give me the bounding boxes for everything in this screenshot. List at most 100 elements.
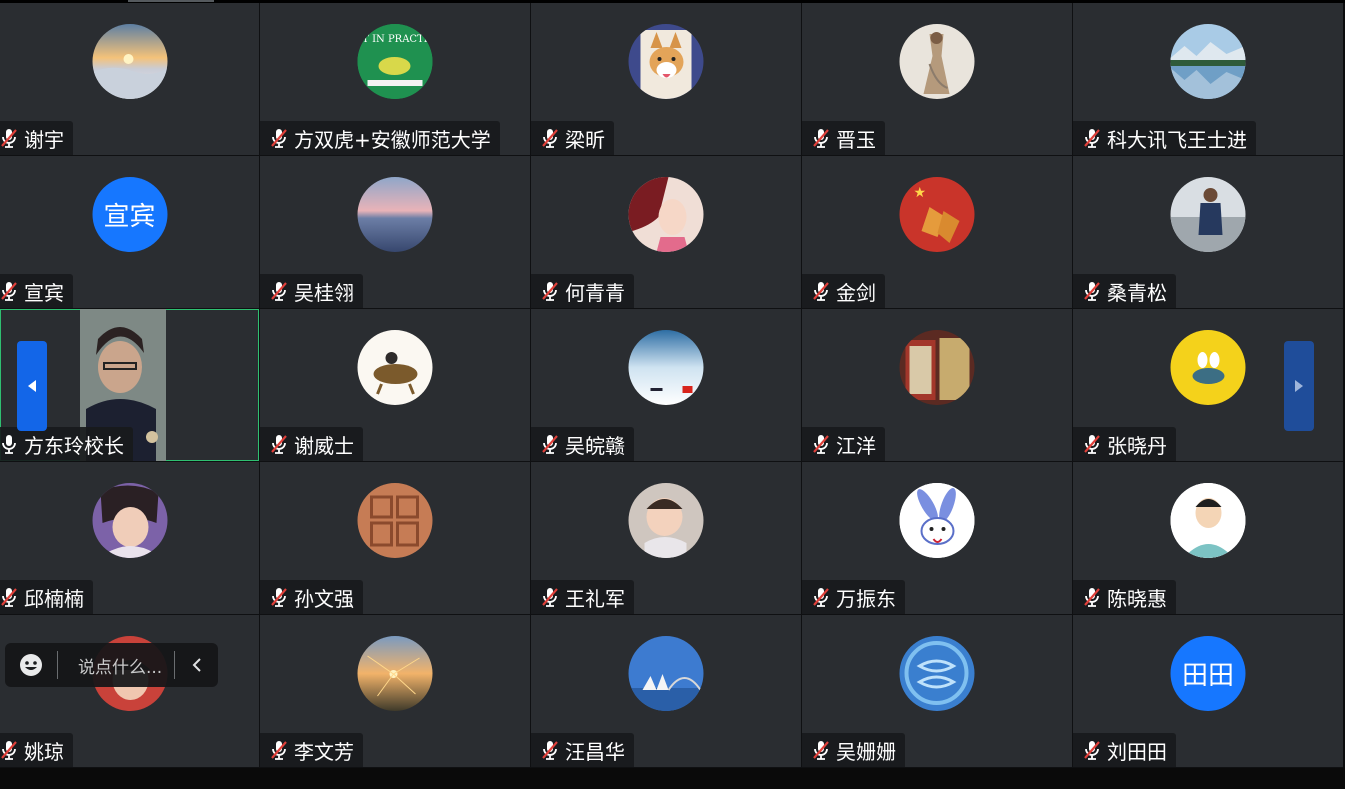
mic-muted-icon[interactable] xyxy=(537,431,563,457)
participant-tile[interactable]: 姚琼 xyxy=(0,615,259,767)
next-page-button[interactable] xyxy=(1284,341,1314,431)
participant-tile[interactable]: 晋玉 xyxy=(802,3,1072,155)
participant-name-tag: 孙文强 xyxy=(260,580,363,614)
participant-name: 万振东 xyxy=(836,586,896,611)
participant-tile[interactable]: 梁昕 xyxy=(531,3,801,155)
participant-name-tag: 谢宇 xyxy=(0,121,73,155)
mic-muted-icon[interactable] xyxy=(808,737,834,763)
participant-name-tag: 桑青松 xyxy=(1073,274,1176,308)
participant-name-tag: 何青青 xyxy=(531,274,634,308)
participant-tile[interactable]: 田田 刘田田 xyxy=(1073,615,1343,767)
previous-page-button[interactable] xyxy=(17,341,47,431)
chevron-left-icon xyxy=(28,380,36,392)
participant-tile[interactable]: 谢威士 xyxy=(260,309,530,461)
emoji-icon[interactable] xyxy=(18,652,44,678)
mic-muted-icon[interactable] xyxy=(266,431,292,457)
mic-muted-icon[interactable] xyxy=(266,278,292,304)
participant-tile[interactable]: 陈晓惠 xyxy=(1073,462,1343,614)
mic-muted-icon[interactable] xyxy=(537,125,563,151)
mic-muted-icon[interactable] xyxy=(808,431,834,457)
mic-muted-icon[interactable] xyxy=(808,125,834,151)
mic-muted-icon[interactable] xyxy=(808,278,834,304)
mic-muted-icon[interactable] xyxy=(1079,125,1105,151)
participant-avatar xyxy=(92,24,167,99)
participant-tile[interactable]: 谢宇 xyxy=(0,3,259,155)
participant-tile[interactable]: 桑青松 xyxy=(1073,156,1343,308)
chat-input[interactable]: 说点什么... xyxy=(78,653,162,678)
participant-avatar xyxy=(899,636,975,711)
participant-name: 谢威士 xyxy=(294,433,354,458)
mic-on-icon[interactable] xyxy=(0,431,22,457)
participant-avatar xyxy=(628,483,704,558)
participant-name-tag: 谢威士 xyxy=(260,427,363,461)
chat-input-bar[interactable]: 说点什么... xyxy=(5,643,218,687)
participant-name-tag: 吴桂翎 xyxy=(260,274,363,308)
divider xyxy=(174,651,176,679)
mic-muted-icon[interactable] xyxy=(266,125,292,151)
avatar-book-text: ACT IN PRACTICE xyxy=(358,34,433,45)
mic-muted-icon[interactable] xyxy=(266,584,292,610)
mic-muted-icon[interactable] xyxy=(537,584,563,610)
participant-tile[interactable]: 万振东 xyxy=(802,462,1072,614)
participant-name-tag: 王礼军 xyxy=(531,580,634,614)
participant-avatar xyxy=(899,24,975,99)
participant-name: 姚琼 xyxy=(24,739,64,764)
participant-tile[interactable]: ACT IN PRACTICE 方双虎+安徽师范大学 xyxy=(260,3,530,155)
participant-avatar xyxy=(628,24,704,99)
participant-tile[interactable]: 孙文强 xyxy=(260,462,530,614)
mic-muted-icon[interactable] xyxy=(0,278,22,304)
participant-name-tag: 刘田田 xyxy=(1073,733,1176,767)
collapse-chevron-icon[interactable] xyxy=(187,655,207,675)
participant-name: 李文芳 xyxy=(294,739,354,764)
participant-name-tag: 陈晓惠 xyxy=(1073,580,1176,614)
participant-tile[interactable]: 吴姗姗 xyxy=(802,615,1072,767)
participant-avatar xyxy=(628,330,704,405)
participant-name-tag: 晋玉 xyxy=(802,121,885,155)
participant-tile[interactable]: 邱楠楠 xyxy=(0,462,259,614)
participant-avatar xyxy=(1170,330,1246,405)
participant-name: 吴姗姗 xyxy=(836,739,896,764)
mic-muted-icon[interactable] xyxy=(808,584,834,610)
participant-name: 王礼军 xyxy=(565,586,625,611)
participant-name-tag: 方双虎+安徽师范大学 xyxy=(260,121,500,155)
participant-name: 晋玉 xyxy=(836,127,876,152)
mic-muted-icon[interactable] xyxy=(1079,278,1105,304)
mic-muted-icon[interactable] xyxy=(537,278,563,304)
participant-name-tag: 张晓丹 xyxy=(1073,427,1176,461)
mic-muted-icon[interactable] xyxy=(0,584,22,610)
participant-name: 江洋 xyxy=(836,433,876,458)
mic-muted-icon[interactable] xyxy=(1079,737,1105,763)
participant-name: 刘田田 xyxy=(1107,739,1167,764)
mic-muted-icon[interactable] xyxy=(1079,431,1105,457)
participant-avatar: ACT IN PRACTICE xyxy=(357,24,433,99)
participant-name-tag: 江洋 xyxy=(802,427,885,461)
participant-avatar: 田田 xyxy=(1170,636,1246,711)
participant-tile[interactable]: 江洋 xyxy=(802,309,1072,461)
mic-muted-icon[interactable] xyxy=(1079,584,1105,610)
participant-tile[interactable]: 汪昌华 xyxy=(531,615,801,767)
participant-tile[interactable]: ★ 金剑 xyxy=(802,156,1072,308)
participant-name: 谢宇 xyxy=(24,127,64,152)
participant-name: 梁昕 xyxy=(565,127,605,152)
participant-avatar xyxy=(92,483,167,558)
participant-tile[interactable]: 吴桂翎 xyxy=(260,156,530,308)
mic-muted-icon[interactable] xyxy=(537,737,563,763)
participant-tile[interactable]: 科大讯飞王士进 xyxy=(1073,3,1343,155)
participant-tile[interactable]: 李文芳 xyxy=(260,615,530,767)
participant-tile[interactable]: 何青青 xyxy=(531,156,801,308)
participant-name-tag: 科大讯飞王士进 xyxy=(1073,121,1256,155)
participant-avatar xyxy=(357,177,433,252)
mic-muted-icon[interactable] xyxy=(0,737,22,763)
divider xyxy=(57,651,58,679)
mic-muted-icon[interactable] xyxy=(266,737,292,763)
participant-name: 吴皖赣 xyxy=(565,433,625,458)
participant-name: 张晓丹 xyxy=(1107,433,1167,458)
participant-name-tag: 金剑 xyxy=(802,274,885,308)
participant-name: 宣宾 xyxy=(24,280,64,305)
participant-name: 邱楠楠 xyxy=(24,586,84,611)
mic-muted-icon[interactable] xyxy=(0,125,22,151)
participant-tile[interactable]: 王礼军 xyxy=(531,462,801,614)
participant-tile[interactable]: 吴皖赣 xyxy=(531,309,801,461)
participant-tile[interactable]: 宣宾 宣宾 xyxy=(0,156,259,308)
participant-avatar: 宣宾 xyxy=(92,177,167,252)
